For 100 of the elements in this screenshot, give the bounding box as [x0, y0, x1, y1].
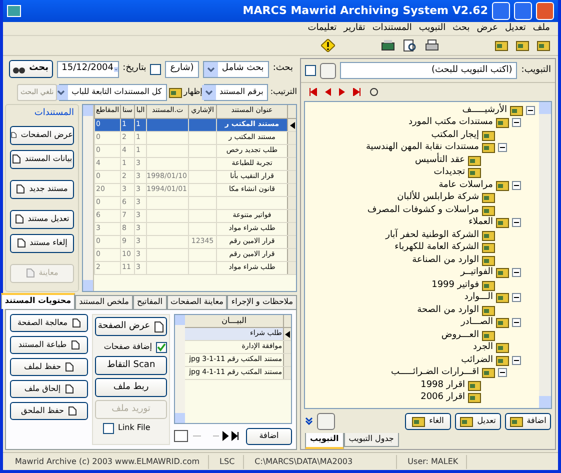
next-record-icon[interactable]: [339, 88, 345, 96]
page-button[interactable]: إلحاق ملف: [10, 380, 88, 398]
toolbar-button[interactable]: عرض الصفحة: [95, 317, 167, 336]
tab[interactable]: التبويب: [305, 433, 344, 449]
menu-item[interactable]: تعليمات: [308, 22, 337, 36]
tree-item[interactable]: اقرار 1998: [420, 380, 465, 390]
classification-search-field[interactable]: (اكتب التبويب للبحث): [340, 62, 518, 79]
tree-item[interactable]: اقرار 2006: [420, 393, 465, 402]
tree-item[interactable]: الصـــادر: [460, 318, 493, 328]
sort-dropdown[interactable]: برقم المستند: [204, 84, 268, 100]
print-icon[interactable]: [425, 39, 439, 52]
document-button[interactable]: إلغاء مستند: [10, 234, 74, 252]
tree-item[interactable]: إيجار المكتب: [431, 130, 479, 140]
tree-item[interactable]: مراسلات عامة: [438, 180, 493, 190]
menu-item[interactable]: تقارير: [344, 22, 366, 36]
first-record-icon[interactable]: [309, 88, 317, 96]
search-field[interactable]: (شارع: [165, 60, 199, 78]
maximize-button[interactable]: [514, 2, 532, 20]
folder-icon: [482, 280, 495, 291]
print-preview-icon[interactable]: [403, 39, 417, 52]
tree-item[interactable]: الـــوارد: [464, 293, 493, 302]
scrollbar[interactable]: [175, 315, 185, 423]
collapse-icon[interactable]: [512, 218, 521, 228]
row-selector[interactable]: [283, 328, 291, 340]
close-button[interactable]: [536, 2, 554, 20]
search-button[interactable]: بحث: [9, 60, 53, 78]
menu-item[interactable]: عرض: [476, 22, 498, 36]
collapse-icon[interactable]: [512, 293, 521, 302]
document-button[interactable]: بيانات المستند: [10, 150, 74, 168]
folder-icon: [468, 167, 481, 178]
previous-record-icon[interactable]: [325, 88, 331, 96]
small-button[interactable]: [320, 62, 336, 78]
page-button[interactable]: معالجة الصفحة: [10, 314, 88, 332]
filter-dropdown[interactable]: كل المستندات التابعة للباب: [58, 84, 167, 100]
scanner-icon[interactable]: [381, 39, 395, 52]
page-button[interactable]: حفظ لملف: [10, 358, 88, 376]
tab[interactable]: ملخص المستند: [75, 295, 133, 309]
menu-item[interactable]: بحث: [452, 22, 470, 36]
scrollbar[interactable]: [83, 105, 94, 291]
tree-item[interactable]: الأرشيـــــف: [462, 106, 507, 115]
minimize-button[interactable]: [492, 2, 510, 20]
collapse-icon[interactable]: [498, 143, 507, 152]
date-checkbox[interactable]: [150, 64, 162, 74]
small-button[interactable]: [317, 412, 335, 430]
double-down-arrow-icon[interactable]: [305, 417, 313, 425]
tree-item[interactable]: تجديدات: [434, 168, 465, 178]
tree-action-button[interactable]: الغاء: [405, 412, 451, 430]
tree-item[interactable]: فواتير 1999: [432, 280, 479, 290]
menu-item[interactable]: ملف: [532, 22, 550, 36]
tab[interactable]: المفاتيح: [132, 295, 167, 309]
checkbox[interactable]: [305, 65, 316, 76]
tree-item[interactable]: مستندات نقابة المهن الهندسية: [366, 143, 479, 152]
tab[interactable]: جدول التبويب: [344, 433, 399, 447]
tree-item[interactable]: العملاء: [468, 218, 493, 228]
menu-item[interactable]: التبويب: [418, 22, 446, 36]
tree-item[interactable]: الشركة الوطنية لحفر آبار: [386, 230, 479, 240]
folder-icon: [496, 292, 509, 304]
tree-item[interactable]: الشركة العامة للكهرباء: [394, 243, 479, 252]
document-button[interactable]: عرض الصفحات: [10, 126, 74, 144]
tree-action-button[interactable]: اضافة: [505, 412, 551, 430]
page-button[interactable]: حفظ الملحق: [10, 402, 88, 420]
last-record-icon[interactable]: [353, 88, 361, 96]
tree-item[interactable]: الوارد من الصحة: [417, 306, 479, 315]
tree-item[interactable]: العـــروض: [441, 330, 479, 340]
tab[interactable]: ملاحظات و الإجراء: [227, 295, 297, 309]
tab[interactable]: محتويات المستند: [0, 293, 76, 309]
scrollbar[interactable]: [539, 102, 551, 408]
page-field[interactable]: [174, 430, 188, 442]
collapse-icon[interactable]: [512, 318, 521, 328]
tree-item[interactable]: الضرائب: [461, 356, 493, 365]
search-scope-dropdown[interactable]: بحث شامل: [202, 60, 269, 78]
collapse-icon[interactable]: [512, 356, 521, 365]
checkbox[interactable]: [103, 422, 114, 434]
menu-item[interactable]: تعديل: [504, 22, 526, 36]
document-button[interactable]: تعديل مستند: [10, 210, 74, 228]
page-button[interactable]: طباعة المستند: [10, 336, 88, 354]
warning-icon[interactable]: [321, 39, 335, 52]
folder-icon: [496, 354, 509, 366]
row-selector[interactable]: [287, 119, 296, 131]
tab[interactable]: معاينة الصفحات: [166, 295, 228, 309]
checkbox[interactable]: [156, 342, 167, 352]
collapse-icon[interactable]: [526, 106, 535, 115]
collapse-icon[interactable]: [498, 368, 507, 378]
toolbar-button[interactable]: ربط ملف: [95, 378, 167, 397]
tree-item[interactable]: اقـــرارات الضـرائـــــب: [390, 368, 479, 378]
tree-item[interactable]: مستندات مكتب المورد: [408, 118, 493, 128]
collapse-icon[interactable]: [512, 180, 521, 190]
document-button[interactable]: مستند جديد: [10, 180, 74, 198]
collapse-icon[interactable]: [512, 268, 521, 278]
tree-item[interactable]: الجرد: [472, 343, 493, 352]
date-field[interactable]: 15/12/2004: [56, 60, 119, 78]
window-title: MARCS Mawrid Archiving System V2.62: [242, 2, 488, 19]
tree-item[interactable]: الوارد من الصناعة: [412, 256, 479, 265]
menu-item[interactable]: المستندات: [372, 22, 412, 36]
tree-action-button[interactable]: تعديل: [455, 412, 501, 430]
collapse-icon[interactable]: [512, 118, 521, 128]
tree-item[interactable]: الفواتيــر: [460, 268, 493, 278]
add-page-button[interactable]: اضافة: [246, 428, 292, 444]
tree-item[interactable]: مراسلات و كشوفات المصرف: [367, 206, 479, 215]
toolbar-button[interactable]: التقاط Scan: [95, 356, 167, 375]
